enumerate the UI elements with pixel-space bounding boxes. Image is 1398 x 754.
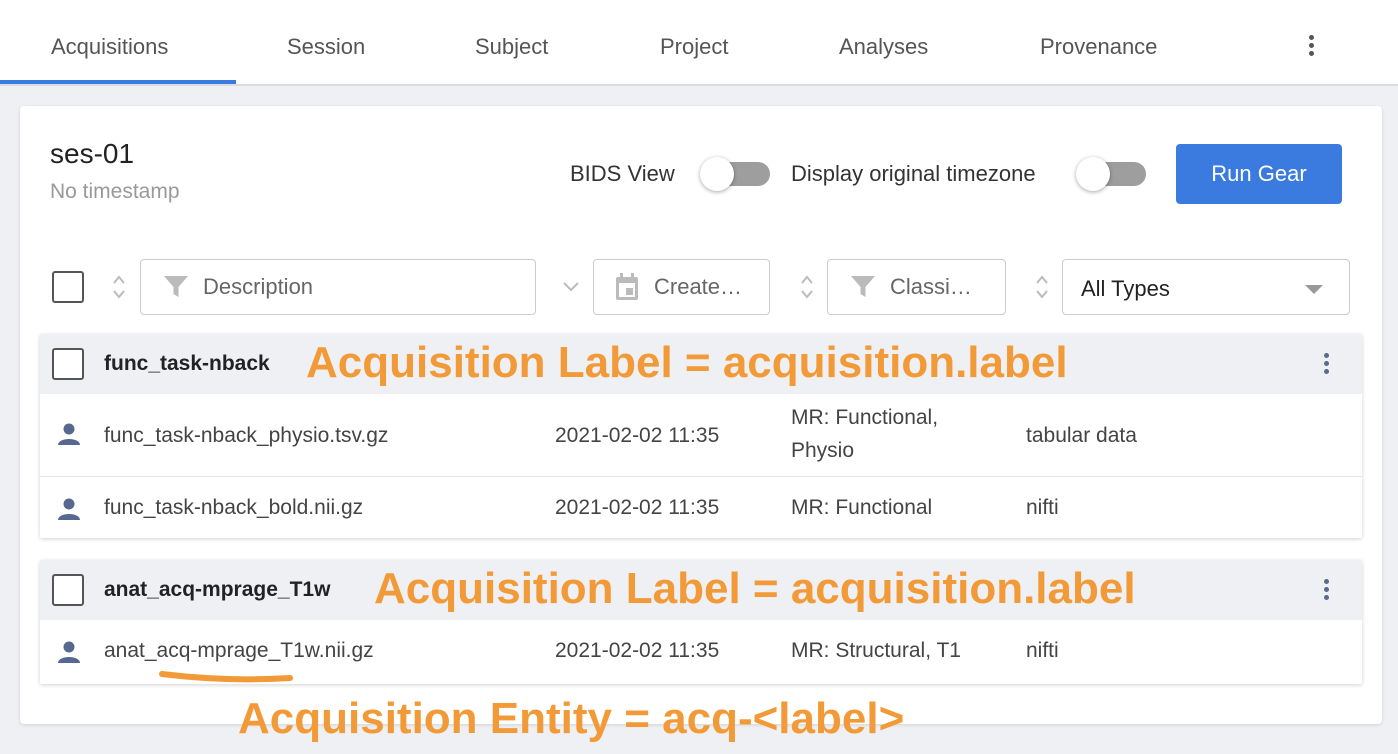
acquisition-label[interactable]: func_task-nback <box>104 352 270 376</box>
file-classification: MR: Structural, T1 <box>791 639 961 662</box>
file-name[interactable]: func_task-nback_physio.tsv.gz <box>104 424 388 448</box>
acquisition-menu-icon[interactable] <box>1323 579 1329 603</box>
acquisition-checkbox[interactable] <box>52 348 84 380</box>
file-created: 2021-02-02 11:35 <box>555 496 720 519</box>
file-name[interactable]: anat_acq-mprage_T1w.nii.gz <box>104 639 374 663</box>
more-options-icon[interactable] <box>1308 35 1314 59</box>
created-filter[interactable]: Create… <box>593 259 770 315</box>
acquisition-label[interactable]: anat_acq-mprage_T1w <box>104 578 330 602</box>
tab-bar: Acquisitions Session Subject Project Ana… <box>0 0 1398 86</box>
tab-project[interactable]: Project <box>660 34 728 60</box>
tab-analyses[interactable]: Analyses <box>839 34 928 60</box>
sort-icon[interactable] <box>800 273 814 301</box>
filter-icon <box>164 276 188 297</box>
chevron-down-icon <box>1305 285 1323 294</box>
file-name[interactable]: func_task-nback_bold.nii.gz <box>104 496 363 520</box>
filter-icon <box>851 276 875 297</box>
file-created: 2021-02-02 11:35 <box>555 424 720 447</box>
classification-filter[interactable]: Classi… <box>827 259 1006 315</box>
user-icon <box>58 498 80 520</box>
acquisition-entity-annotation: Acquisition Entity = acq-<label> <box>238 694 905 743</box>
description-filter-placeholder: Description <box>203 274 314 299</box>
classification-filter-placeholder: Classi… <box>890 274 972 299</box>
user-icon <box>58 423 80 445</box>
tab-provenance[interactable]: Provenance <box>1040 34 1157 60</box>
type-select-value: All Types <box>1081 276 1170 301</box>
acquisition-checkbox[interactable] <box>52 574 84 606</box>
file-created: 2021-02-02 11:35 <box>555 639 720 662</box>
bids-view-label: BIDS View <box>570 161 675 186</box>
file-type: nifti <box>1026 496 1059 519</box>
session-title: ses-01 <box>50 138 135 169</box>
file-type: tabular data <box>1026 424 1137 447</box>
select-all-checkbox[interactable] <box>52 271 84 303</box>
acquisition-menu-icon[interactable] <box>1323 353 1329 377</box>
sort-icon[interactable] <box>1035 273 1049 301</box>
file-type: nifti <box>1026 639 1059 662</box>
file-classification: MR: Functional <box>791 496 933 519</box>
bids-view-toggle[interactable] <box>700 157 770 191</box>
session-timestamp: No timestamp <box>50 180 180 203</box>
file-classification: Physio <box>791 439 855 462</box>
timezone-toggle[interactable] <box>1076 157 1146 191</box>
active-tab-indicator <box>0 80 236 84</box>
timezone-label: Display original timezone <box>791 161 1036 186</box>
file-row[interactable]: func_task-nback_physio.tsv.gz 2021-02-02… <box>40 394 1362 476</box>
user-icon <box>58 641 80 663</box>
calendar-icon <box>616 273 638 300</box>
sort-desc-icon[interactable] <box>562 279 579 295</box>
tab-acquisitions[interactable]: Acquisitions <box>51 34 168 60</box>
underline-highlight <box>159 671 293 683</box>
acquisition-label-annotation: Acquisition Label = acquisition.label <box>374 564 1136 613</box>
file-row[interactable]: func_task-nback_bold.nii.gz 2021-02-02 1… <box>40 476 1362 538</box>
created-filter-placeholder: Create… <box>654 274 743 299</box>
tab-subject[interactable]: Subject <box>475 34 548 60</box>
file-classification: MR: Functional, <box>791 406 939 429</box>
acquisition-label-annotation: Acquisition Label = acquisition.label <box>306 338 1068 387</box>
run-gear-button[interactable]: Run Gear <box>1176 144 1342 204</box>
sort-icon[interactable] <box>112 273 126 301</box>
type-select[interactable]: All Types <box>1062 259 1350 315</box>
description-filter[interactable]: Description <box>140 259 536 315</box>
tab-session[interactable]: Session <box>287 34 365 60</box>
